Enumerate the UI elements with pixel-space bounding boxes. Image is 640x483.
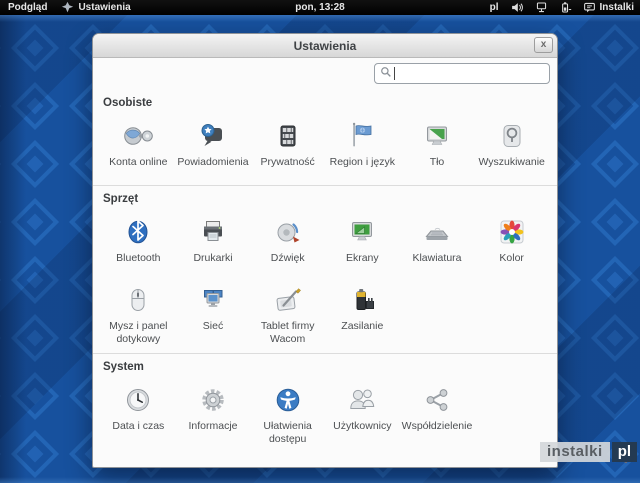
user-name-label: Instalki bbox=[599, 2, 634, 13]
settings-item-displays[interactable]: Ekrany bbox=[325, 210, 400, 278]
settings-item-label: Konta online bbox=[109, 156, 168, 168]
text-caret bbox=[394, 67, 395, 80]
settings-item-label: Bluetooth bbox=[116, 252, 161, 264]
search-icon bbox=[380, 65, 392, 83]
settings-item-wacom[interactable]: Tablet firmy Wacom bbox=[250, 278, 325, 346]
volume-icon[interactable] bbox=[510, 1, 524, 14]
printers-icon bbox=[197, 216, 229, 248]
settings-item-notifications[interactable]: Powiadomienia bbox=[176, 114, 251, 178]
displays-icon bbox=[346, 216, 378, 248]
items-grid: Data i czas Informacje Ułatwienia dostępu U… bbox=[101, 378, 549, 448]
keyboard-icon bbox=[421, 216, 453, 248]
items-grid: Konta online Powiadomienia Prywatność Regio… bbox=[101, 114, 549, 178]
sound-icon bbox=[272, 216, 304, 248]
settings-item-label: Prywatność bbox=[260, 156, 315, 168]
region-icon bbox=[346, 120, 378, 152]
details-icon bbox=[197, 384, 229, 416]
settings-sections: Osobiste Konta online Powiadomienia Prywatn… bbox=[93, 90, 557, 455]
power-icon bbox=[346, 284, 378, 316]
settings-item-label: Informacje bbox=[188, 420, 238, 432]
settings-item-label: Kolor bbox=[499, 252, 524, 264]
keyboard-layout-indicator[interactable]: pl bbox=[490, 2, 499, 13]
settings-item-privacy[interactable]: Prywatność bbox=[250, 114, 325, 178]
settings-item-label: Mysz i panel dotykowy bbox=[109, 320, 168, 345]
search-box[interactable] bbox=[374, 63, 550, 84]
settings-item-label: Dźwięk bbox=[270, 252, 305, 264]
section-system: System Data i czas Informacje Ułatwienia do… bbox=[93, 353, 557, 455]
items-grid: Bluetooth Drukarki Dźwięk Ekrany Klawiatura K… bbox=[101, 210, 549, 346]
settings-item-label: Wyszukiwanie bbox=[478, 156, 545, 168]
settings-item-label: Data i czas bbox=[112, 420, 165, 432]
settings-item-sharing[interactable]: Współdzielenie bbox=[400, 378, 475, 448]
settings-item-label: Użytkownicy bbox=[333, 420, 392, 432]
section-header: Sprzęt bbox=[103, 193, 139, 205]
settings-window: Ustawienia x Osobiste Konta online Powiado… bbox=[92, 33, 558, 468]
top-bar: Podgląd Ustawienia pon, 13:28 pl Instalk… bbox=[0, 0, 640, 15]
mouse-icon bbox=[122, 284, 154, 316]
color-icon bbox=[496, 216, 528, 248]
settings-item-a11y[interactable]: Ułatwienia dostępu bbox=[250, 378, 325, 448]
search-input[interactable] bbox=[399, 67, 544, 80]
settings-item-label: Powiadomienia bbox=[177, 156, 249, 168]
network-icon bbox=[197, 284, 229, 316]
settings-item-label: Ekrany bbox=[345, 252, 379, 264]
settings-item-color[interactable]: Kolor bbox=[474, 210, 549, 278]
search-row bbox=[93, 58, 557, 90]
settings-item-bluetooth[interactable]: Bluetooth bbox=[101, 210, 176, 278]
section-hardware: Sprzęt Bluetooth Drukarki Dźwięk Ekrany Klawi… bbox=[93, 185, 557, 353]
settings-item-online-accounts[interactable]: Konta online bbox=[101, 114, 176, 178]
settings-item-label: Zasilanie bbox=[341, 320, 384, 332]
section-personal: Osobiste Konta online Powiadomienia Prywatn… bbox=[93, 90, 557, 185]
settings-item-label: Ułatwienia dostępu bbox=[263, 420, 312, 445]
settings-item-printers[interactable]: Drukarki bbox=[176, 210, 251, 278]
section-header: System bbox=[103, 361, 144, 373]
display-status-icon[interactable] bbox=[535, 1, 548, 14]
settings-item-keyboard[interactable]: Klawiatura bbox=[400, 210, 475, 278]
settings-item-power[interactable]: Zasilanie bbox=[325, 278, 400, 346]
settings-item-label: Drukarki bbox=[193, 252, 233, 264]
datetime-icon bbox=[122, 384, 154, 416]
settings-item-details[interactable]: Informacje bbox=[176, 378, 251, 448]
settings-item-datetime[interactable]: Data i czas bbox=[101, 378, 176, 448]
settings-item-mouse[interactable]: Mysz i panel dotykowy bbox=[101, 278, 176, 346]
window-title: Ustawienia bbox=[293, 38, 357, 53]
users-icon bbox=[346, 384, 378, 416]
settings-item-label: Sieć bbox=[202, 320, 224, 332]
watermark-gear-icon bbox=[614, 440, 640, 471]
settings-item-region[interactable]: Region i język bbox=[325, 114, 400, 178]
battery-icon[interactable] bbox=[559, 1, 572, 14]
settings-item-label: Współdzielenie bbox=[401, 420, 473, 432]
settings-item-label: Tło bbox=[429, 156, 445, 168]
search-icon bbox=[496, 120, 528, 152]
settings-item-label: Klawiatura bbox=[412, 252, 462, 264]
chat-status-icon bbox=[583, 1, 596, 14]
settings-item-background[interactable]: Tło bbox=[400, 114, 475, 178]
settings-item-sound[interactable]: Dźwięk bbox=[250, 210, 325, 278]
settings-item-network[interactable]: Sieć bbox=[176, 278, 251, 346]
notifications-icon bbox=[197, 120, 229, 152]
privacy-icon bbox=[272, 120, 304, 152]
section-header: Osobiste bbox=[103, 97, 153, 109]
settings-item-label: Region i język bbox=[329, 156, 395, 168]
wacom-icon bbox=[272, 284, 304, 316]
settings-item-users[interactable]: Użytkownicy bbox=[325, 378, 400, 448]
settings-item-search[interactable]: Wyszukiwanie bbox=[474, 114, 549, 178]
online-accounts-icon bbox=[122, 120, 154, 152]
sharing-icon bbox=[421, 384, 453, 416]
settings-item-label: Tablet firmy Wacom bbox=[260, 320, 315, 345]
close-button[interactable]: x bbox=[534, 37, 553, 53]
a11y-icon bbox=[272, 384, 304, 416]
bluetooth-icon bbox=[122, 216, 154, 248]
window-titlebar[interactable]: Ustawienia x bbox=[93, 34, 557, 58]
background-icon bbox=[421, 120, 453, 152]
user-menu[interactable]: Instalki bbox=[583, 1, 634, 14]
